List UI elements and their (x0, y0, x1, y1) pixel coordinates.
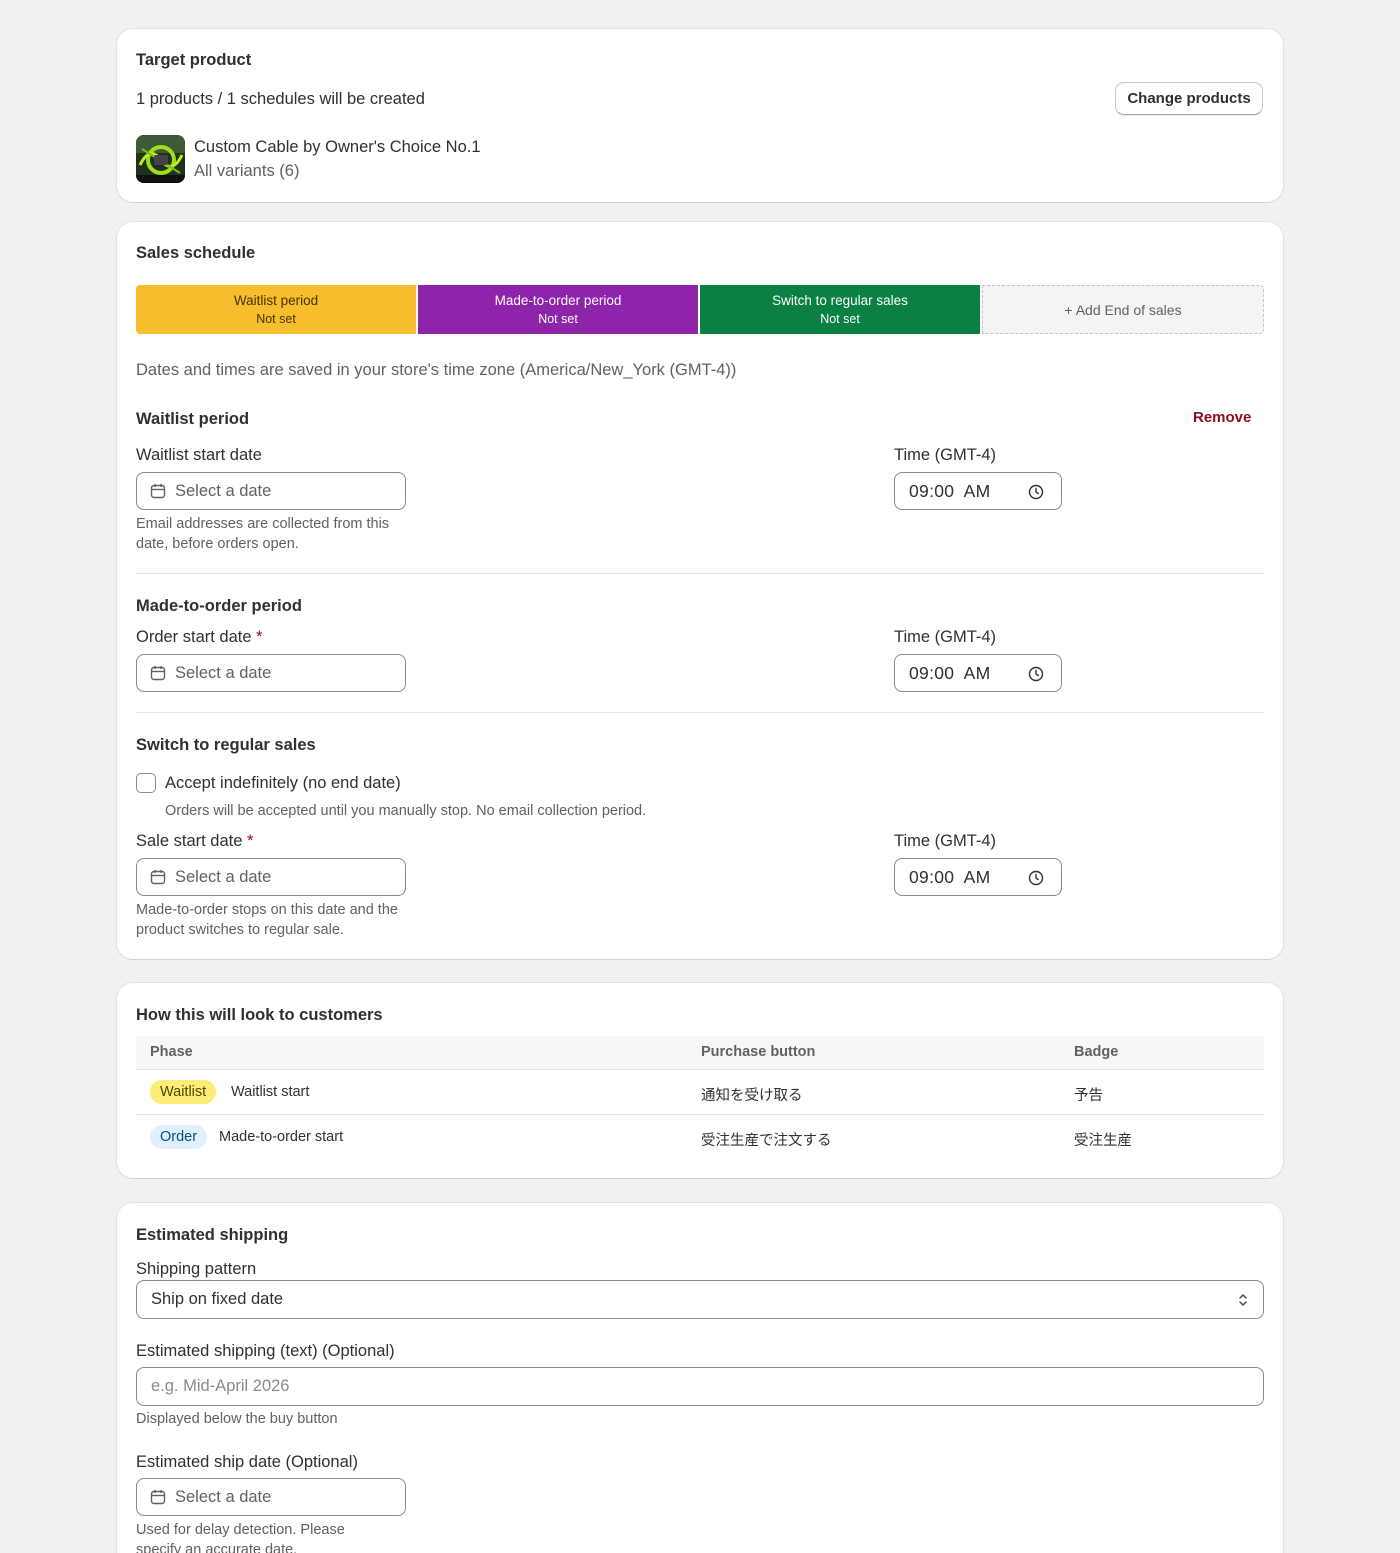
purchase-button-text: 受注生産で注文する (701, 1133, 832, 1149)
add-end-of-sales-button[interactable]: + Add End of sales (982, 285, 1264, 334)
regular-time-value: 09:00 AM (909, 866, 991, 887)
estimated-shipping-card: Estimated shipping Shipping pattern Ship… (117, 1203, 1283, 1553)
waitlist-start-date-help: Email addresses are collected from this … (136, 516, 390, 552)
customer-preview-card: How this will look to customers Phase Pu… (117, 983, 1283, 1178)
sale-start-date-label: Sale start date * (136, 832, 253, 851)
estimated-ship-date-help: Used for delay detection. Please specify… (136, 1522, 345, 1553)
estimated-shipping-text-label: Estimated shipping (text) (Optional) (136, 1342, 395, 1360)
clock-icon (1028, 870, 1044, 886)
phase-name: Made-to-order start (219, 1129, 344, 1145)
product-thumbnail (136, 135, 185, 183)
estimated-shipping-text-placeholder: e.g. Mid-April 2026 (151, 1377, 290, 1395)
product-name: Custom Cable by Owner's Choice No.1 (194, 138, 481, 156)
waitlist-time-label: Time (GMT-4) (894, 446, 997, 464)
calendar-icon (150, 666, 166, 681)
shipping-pattern-select[interactable]: Ship on fixed date (136, 1280, 1264, 1319)
target-product-card: Target product 1 products / 1 schedules … (117, 29, 1283, 202)
product-variants: All variants (6) (194, 162, 300, 180)
waitlist-time-value: 09:00 AM (909, 480, 991, 501)
waitlist-start-date-input[interactable]: Select a date (136, 472, 406, 510)
clock-icon (1028, 484, 1044, 500)
phase-pill-order: Order (150, 1125, 208, 1149)
segment-regular-sales[interactable]: Switch to regular sales Not set (700, 285, 980, 334)
order-start-date-label-text: Order start date (136, 628, 252, 646)
segment-waitlist-label: Waitlist period (233, 292, 319, 308)
segment-made-to-order-status: Not set (538, 311, 578, 326)
order-start-date-label: Order start date * (136, 628, 263, 647)
accept-indefinitely-checkbox[interactable] (136, 773, 156, 793)
required-marker: * (247, 832, 254, 850)
customer-preview-title: How this will look to customers (136, 1006, 383, 1024)
regular-sales-section-title: Switch to regular sales (136, 736, 316, 754)
estimated-ship-date-placeholder: Select a date (175, 1487, 272, 1506)
sale-start-date-placeholder: Select a date (175, 867, 272, 886)
add-end-of-sales-label: + Add End of sales (1064, 301, 1182, 318)
made-to-order-section-title: Made-to-order period (136, 597, 302, 615)
waitlist-start-date-placeholder: Select a date (175, 481, 272, 500)
column-header-badge: Badge (1074, 1044, 1119, 1060)
order-time-label: Time (GMT-4) (894, 628, 997, 646)
segment-made-to-order-label: Made-to-order period (494, 292, 622, 308)
section-divider (136, 712, 1264, 713)
shipping-pattern-value: Ship on fixed date (151, 1290, 284, 1308)
timezone-note: Dates and times are saved in your store'… (136, 361, 737, 379)
calendar-icon (150, 484, 166, 499)
calendar-icon (150, 1490, 166, 1505)
accept-indefinitely-label[interactable]: Accept indefinitely (no end date) (165, 774, 401, 793)
estimated-shipping-title: Estimated shipping (136, 1226, 289, 1244)
column-header-purchase-button: Purchase button (701, 1044, 816, 1060)
table-row: Waitlist Waitlist start 通知を受け取る 予告 (136, 1071, 1264, 1115)
clock-icon (1028, 666, 1044, 682)
sale-start-date-input[interactable]: Select a date (136, 858, 406, 896)
regular-time-label: Time (GMT-4) (894, 832, 997, 850)
estimated-ship-date-input[interactable]: Select a date (136, 1478, 406, 1516)
remove-waitlist-link[interactable]: Remove (1193, 409, 1251, 426)
required-marker: * (256, 628, 263, 646)
estimated-shipping-text-help: Displayed below the buy button (136, 1411, 338, 1427)
segment-regular-sales-status: Not set (820, 311, 860, 326)
target-product-title: Target product (136, 51, 252, 69)
shipping-pattern-label: Shipping pattern (136, 1260, 257, 1278)
column-header-phase: Phase (150, 1044, 193, 1060)
segment-regular-sales-label: Switch to regular sales (772, 292, 908, 308)
accept-indefinitely-help: Orders will be accepted until you manual… (165, 803, 647, 819)
waitlist-section-title: Waitlist period (136, 410, 250, 428)
segment-waitlist[interactable]: Waitlist period Not set (136, 285, 416, 334)
purchase-button-text: 通知を受け取る (701, 1088, 803, 1104)
badge-text: 受注生産 (1074, 1133, 1132, 1149)
segment-waitlist-status: Not set (256, 311, 296, 326)
badge-text: 予告 (1074, 1088, 1103, 1104)
order-time-input[interactable]: 09:00 AM (894, 654, 1062, 692)
estimated-ship-date-label: Estimated ship date (Optional) (136, 1453, 358, 1471)
segment-made-to-order[interactable]: Made-to-order period Not set (418, 285, 698, 334)
sales-schedule-card: Sales schedule Waitlist period Not set M… (117, 222, 1283, 959)
change-products-button[interactable]: Change products (1115, 82, 1263, 115)
calendar-icon (150, 870, 166, 885)
select-chevron-icon (1239, 1294, 1247, 1306)
estimated-shipping-text-input[interactable]: e.g. Mid-April 2026 (136, 1367, 1264, 1406)
regular-time-input[interactable]: 09:00 AM (894, 858, 1062, 896)
phase-name: Waitlist start (231, 1084, 310, 1100)
sale-start-date-label-text: Sale start date (136, 832, 243, 850)
table-row: Order Made-to-order start 受注生産で注文する 受注生産 (136, 1116, 1264, 1160)
sale-start-date-help: Made-to-order stops on this date and the… (136, 902, 398, 938)
preview-table-header: Phase Purchase button Badge (136, 1036, 1264, 1070)
section-divider (136, 573, 1264, 574)
waitlist-time-input[interactable]: 09:00 AM (894, 472, 1062, 510)
schedule-summary: 1 products / 1 schedules will be created (136, 90, 425, 108)
order-start-date-placeholder: Select a date (175, 663, 272, 682)
order-time-value: 09:00 AM (909, 662, 991, 683)
order-start-date-input[interactable]: Select a date (136, 654, 406, 692)
sales-schedule-title: Sales schedule (136, 244, 256, 262)
waitlist-start-date-label: Waitlist start date (136, 446, 262, 464)
phase-pill-waitlist: Waitlist (150, 1080, 217, 1104)
